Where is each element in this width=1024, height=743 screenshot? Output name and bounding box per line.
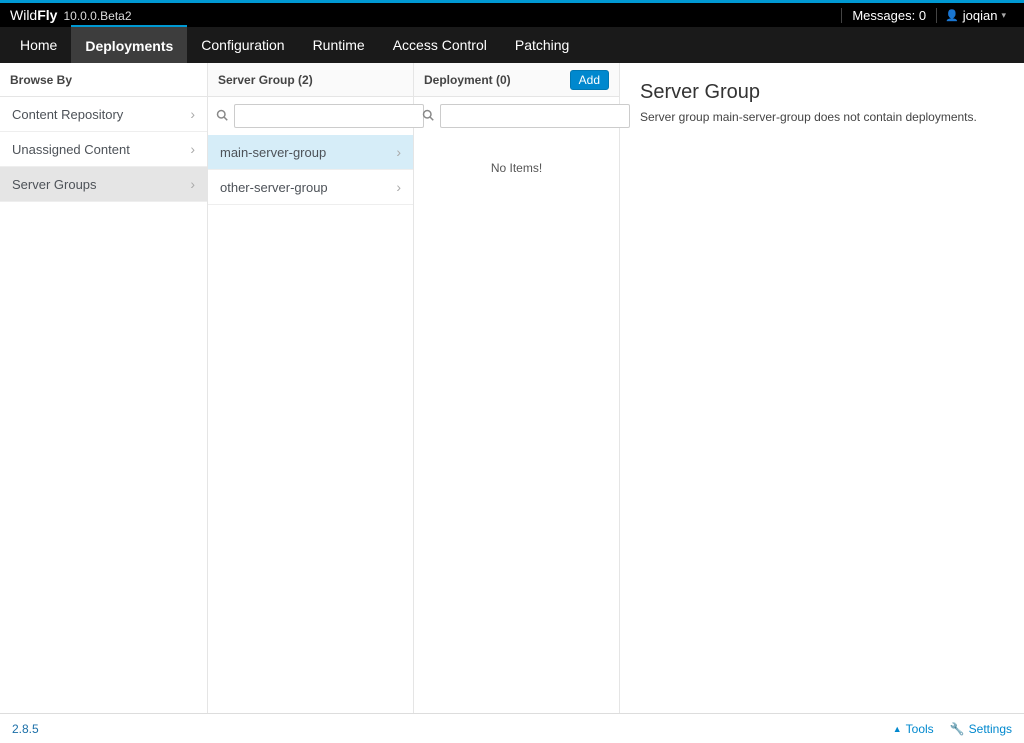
messages-button[interactable]: Messages: 0 xyxy=(841,8,937,23)
footer-version: 2.8.5 xyxy=(12,722,39,736)
deployment-search-input[interactable] xyxy=(440,104,630,128)
detail-panel: Server Group Server group main-server-gr… xyxy=(620,63,1024,713)
messages-label: Messages: xyxy=(852,8,915,23)
footer: 2.8.5 ▲ Tools 🔧 Settings xyxy=(0,713,1024,743)
messages-count: 0 xyxy=(919,8,926,23)
main-nav: Home Deployments Configuration Runtime A… xyxy=(0,27,1024,63)
nav-access-control[interactable]: Access Control xyxy=(379,27,501,63)
footer-settings-link[interactable]: 🔧 Settings xyxy=(950,722,1012,736)
server-group-column: Server Group (2) main-server-group › oth… xyxy=(208,63,414,713)
topbar-right: Messages: 0 👤 joqian ▾ xyxy=(841,8,1014,23)
brand-version: 10.0.0.Beta2 xyxy=(63,9,131,23)
topbar: WildFly 10.0.0.Beta2 Messages: 0 👤 joqia… xyxy=(0,3,1024,27)
server-group-item-other[interactable]: other-server-group › xyxy=(208,170,413,205)
brand-name: WildFly xyxy=(10,7,57,23)
deployment-search-row xyxy=(414,97,619,135)
deployment-header-label: Deployment (0) xyxy=(424,73,511,87)
search-icon xyxy=(422,109,434,124)
browse-list: Content Repository › Unassigned Content … xyxy=(0,97,207,713)
triangle-up-icon: ▲ xyxy=(893,724,902,734)
footer-tools-link[interactable]: ▲ Tools xyxy=(893,722,934,736)
server-group-search-input[interactable] xyxy=(234,104,424,128)
chevron-right-icon: › xyxy=(396,144,401,160)
add-deployment-button[interactable]: Add xyxy=(570,70,609,90)
user-icon: 👤 xyxy=(945,9,959,22)
search-icon xyxy=(216,109,228,124)
browse-header: Browse By xyxy=(0,63,207,97)
username: joqian xyxy=(963,8,998,23)
nav-deployments[interactable]: Deployments xyxy=(71,25,187,63)
list-item-label: Content Repository xyxy=(12,107,123,122)
list-item-label: other-server-group xyxy=(220,180,328,195)
server-group-header: Server Group (2) xyxy=(208,63,413,97)
deployment-column: Deployment (0) Add No Items! xyxy=(414,63,620,713)
deployment-no-items: No Items! xyxy=(414,135,619,201)
nav-runtime[interactable]: Runtime xyxy=(299,27,379,63)
footer-tools-label: Tools xyxy=(906,722,934,736)
server-group-list: main-server-group › other-server-group › xyxy=(208,135,413,713)
nav-configuration[interactable]: Configuration xyxy=(187,27,298,63)
user-menu[interactable]: 👤 joqian ▾ xyxy=(937,8,1014,23)
footer-links: ▲ Tools 🔧 Settings xyxy=(893,722,1012,736)
chevron-down-icon: ▾ xyxy=(1001,10,1006,21)
chevron-right-icon: › xyxy=(190,176,195,192)
browse-column: Browse By Content Repository › Unassigne… xyxy=(0,63,208,713)
nav-patching[interactable]: Patching xyxy=(501,27,583,63)
deployment-header: Deployment (0) Add xyxy=(414,63,619,97)
list-item-label: Server Groups xyxy=(12,177,97,192)
browse-item-content-repository[interactable]: Content Repository › xyxy=(0,97,207,132)
server-group-search-row xyxy=(208,97,413,135)
list-item-label: main-server-group xyxy=(220,145,326,160)
browse-item-server-groups[interactable]: Server Groups › xyxy=(0,167,207,202)
wrench-icon: 🔧 xyxy=(950,722,965,736)
brand: WildFly 10.0.0.Beta2 xyxy=(10,7,132,23)
chevron-right-icon: › xyxy=(190,106,195,122)
footer-settings-label: Settings xyxy=(969,722,1012,736)
chevron-right-icon: › xyxy=(396,179,401,195)
main-content: Browse By Content Repository › Unassigne… xyxy=(0,63,1024,713)
browse-item-unassigned-content[interactable]: Unassigned Content › xyxy=(0,132,207,167)
server-group-item-main[interactable]: main-server-group › xyxy=(208,135,413,170)
detail-title: Server Group xyxy=(640,81,1004,104)
detail-text: Server group main-server-group does not … xyxy=(640,110,1004,124)
nav-home[interactable]: Home xyxy=(6,27,71,63)
chevron-right-icon: › xyxy=(190,141,195,157)
list-item-label: Unassigned Content xyxy=(12,142,130,157)
